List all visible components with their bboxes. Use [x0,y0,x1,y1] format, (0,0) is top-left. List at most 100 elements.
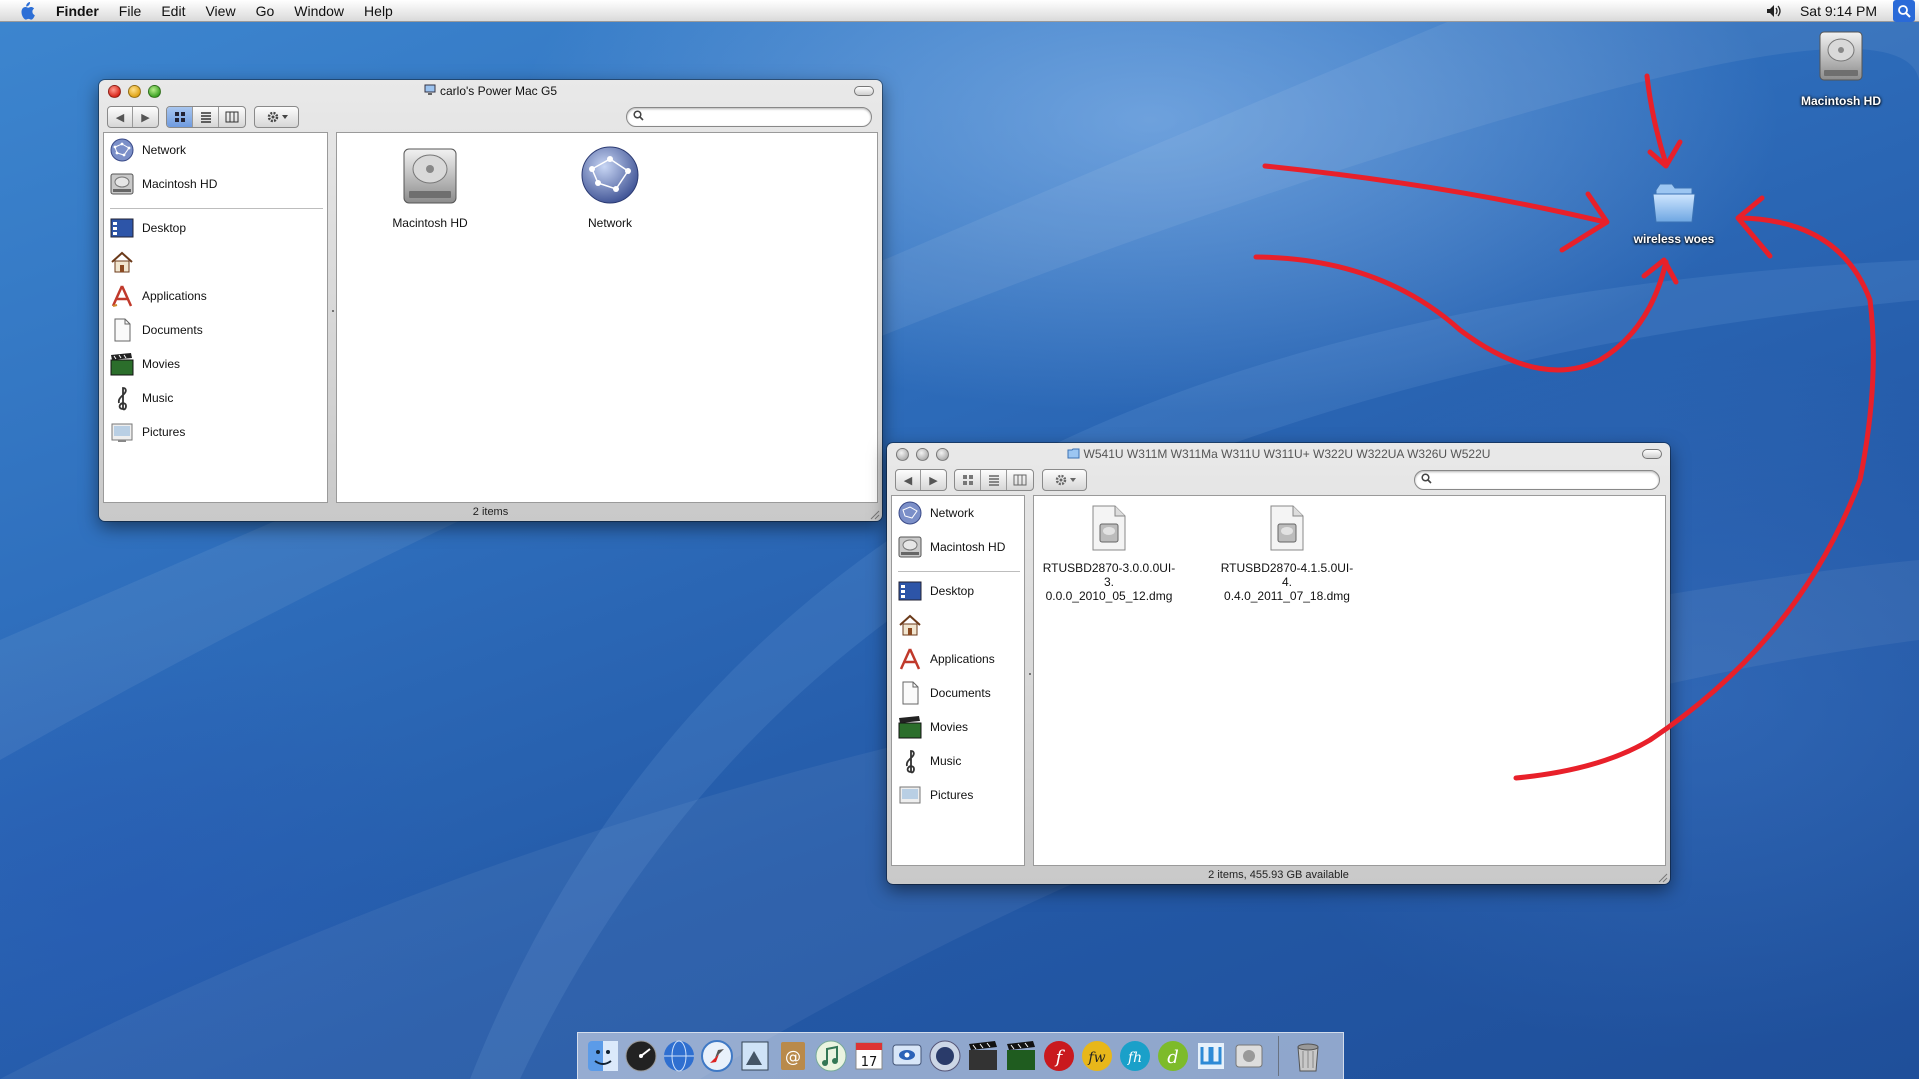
resize-grip[interactable] [868,507,880,520]
menubar-clock[interactable]: Sat 9:14 PM [1784,3,1893,19]
preview-icon[interactable] [736,1037,774,1075]
action-menu [254,106,299,128]
view-buttons [954,469,1034,491]
sidebar-item-movies[interactable]: Movies [108,349,180,379]
item-network[interactable]: Network [540,143,680,230]
window-toolbar: ◀ ▶ [99,102,882,132]
sidebar-item-macintosh-hd[interactable]: Macintosh HD [896,532,1005,562]
sidebar-item-movies[interactable]: Movies [896,712,968,742]
zoom-button[interactable] [936,447,949,461]
column-view-button[interactable] [1007,470,1033,490]
sidebar-item-pictures[interactable]: Pictures [108,417,185,447]
sidebar-item-documents[interactable]: Documents [896,678,991,708]
toolbar-toggle-button[interactable] [854,86,874,96]
search-input[interactable] [649,111,840,123]
back-button[interactable]: ◀ [896,470,921,490]
desktop-icon-macintosh-hd[interactable]: Macintosh HD [1786,28,1896,108]
sidebar-item-macintosh-hd[interactable]: Macintosh HD [108,169,217,199]
menu-finder[interactable]: Finder [52,0,109,22]
file-name-line-1: RTUSBD2870-4.1.5.0UI-4. [1220,561,1354,589]
pictures-icon [896,781,924,809]
sidebar-item-network[interactable]: Network [896,498,974,528]
spotlight-icon[interactable] [1893,0,1915,22]
menu-go[interactable]: Go [246,0,285,22]
dreamweaver-icon[interactable]: d [1154,1037,1192,1075]
trash-icon[interactable] [1289,1037,1327,1075]
item-dmg-file-2[interactable]: RTUSBD2870-4.1.5.0UI-4. 0.4.0_2011_07_18.… [1217,504,1357,603]
minimize-button[interactable] [916,447,929,461]
list-view-button[interactable] [981,470,1007,490]
sidebar-item-music[interactable]: Music [896,746,961,776]
ichat-icon[interactable] [888,1037,926,1075]
flash-icon[interactable]: f [1040,1037,1078,1075]
icon-view-button[interactable] [955,470,981,490]
sidebar-item-label: Applications [930,652,995,666]
search-field[interactable] [626,107,872,127]
sidebar-item-label: Network [142,143,187,157]
system-preferences-icon[interactable] [1230,1037,1268,1075]
sidebar-item-home[interactable] [896,610,930,640]
sidebar-item-documents[interactable]: Documents [108,315,203,345]
menu-edit[interactable]: Edit [151,0,195,22]
menu-window[interactable]: Window [284,0,354,22]
desktop-icon-label: Macintosh HD [1800,94,1881,108]
action-gear-button[interactable] [1043,470,1086,490]
freehand-icon[interactable]: fh [1116,1037,1154,1075]
safari-icon[interactable] [698,1037,736,1075]
zoom-button[interactable] [148,84,161,98]
icon-view-button[interactable] [167,107,193,127]
search-input[interactable] [1437,474,1628,486]
address-book-icon[interactable]: @ [774,1037,812,1075]
column-view-button[interactable] [219,107,245,127]
list-view-button[interactable] [193,107,219,127]
garageband-icon[interactable] [1002,1037,1040,1075]
home-icon [896,611,924,639]
window-titlebar[interactable]: W541U W311M W311Ma W311U W311U+ W322U W3… [887,443,1670,465]
music-icon [896,747,924,775]
close-button[interactable] [896,447,909,461]
window-title: carlo's Power Mac G5 [440,84,557,98]
quicktime-icon[interactable] [926,1037,964,1075]
close-button[interactable] [108,84,121,98]
forward-button[interactable]: ▶ [133,107,158,127]
desktop-icon-label: wireless woes [1633,232,1715,246]
dashboard-icon[interactable] [622,1037,660,1075]
volume-icon[interactable] [1766,2,1784,20]
sidebar-item-desktop[interactable]: Desktop [108,213,186,243]
contribute-icon[interactable] [1192,1037,1230,1075]
home-icon [108,248,136,276]
menu-view[interactable]: View [195,0,245,22]
item-label: Network [587,216,632,230]
apple-menu-icon[interactable] [16,0,38,22]
window-titlebar[interactable]: carlo's Power Mac G5 [99,80,882,102]
menu-help[interactable]: Help [354,0,403,22]
resize-grip[interactable] [1656,870,1668,883]
sidebar-item-label: Macintosh HD [930,540,1006,554]
internet-connect-icon[interactable] [660,1037,698,1075]
action-gear-button[interactable] [255,107,298,127]
desktop-folder-wireless-woes[interactable]: wireless woes [1619,180,1729,246]
sidebar-item-home[interactable] [108,247,142,277]
minimize-button[interactable] [128,84,141,98]
item-macintosh-hd[interactable]: Macintosh HD [360,143,500,230]
sidebar-item-desktop[interactable]: Desktop [896,576,974,606]
file-name-line-2: 0.0.0_2010_05_12.dmg [1045,589,1173,603]
sidebar-item-applications[interactable]: Applications [896,644,995,674]
imovie-icon[interactable] [964,1037,1002,1075]
sidebar-item-applications[interactable]: Applications [108,281,207,311]
forward-button[interactable]: ▶ [921,470,946,490]
sidebar-item-label: Music [142,391,174,405]
itunes-icon[interactable] [812,1037,850,1075]
finder-icon[interactable] [584,1037,622,1075]
back-button[interactable]: ◀ [108,107,133,127]
sidebar-item-network[interactable]: Network [108,135,186,165]
sidebar-item-music[interactable]: Music [108,383,173,413]
sidebar-item-label: Movies [142,357,181,371]
menu-file[interactable]: File [109,0,152,22]
item-dmg-file-1[interactable]: RTUSBD2870-3.0.0.0UI-3. 0.0.0_2010_05_12.… [1039,504,1179,603]
toolbar-toggle-button[interactable] [1642,449,1662,459]
sidebar-item-pictures[interactable]: Pictures [896,780,973,810]
fireworks-icon[interactable]: fw [1078,1037,1116,1075]
ical-icon[interactable]: 17 [850,1037,888,1075]
search-field[interactable] [1414,470,1660,490]
